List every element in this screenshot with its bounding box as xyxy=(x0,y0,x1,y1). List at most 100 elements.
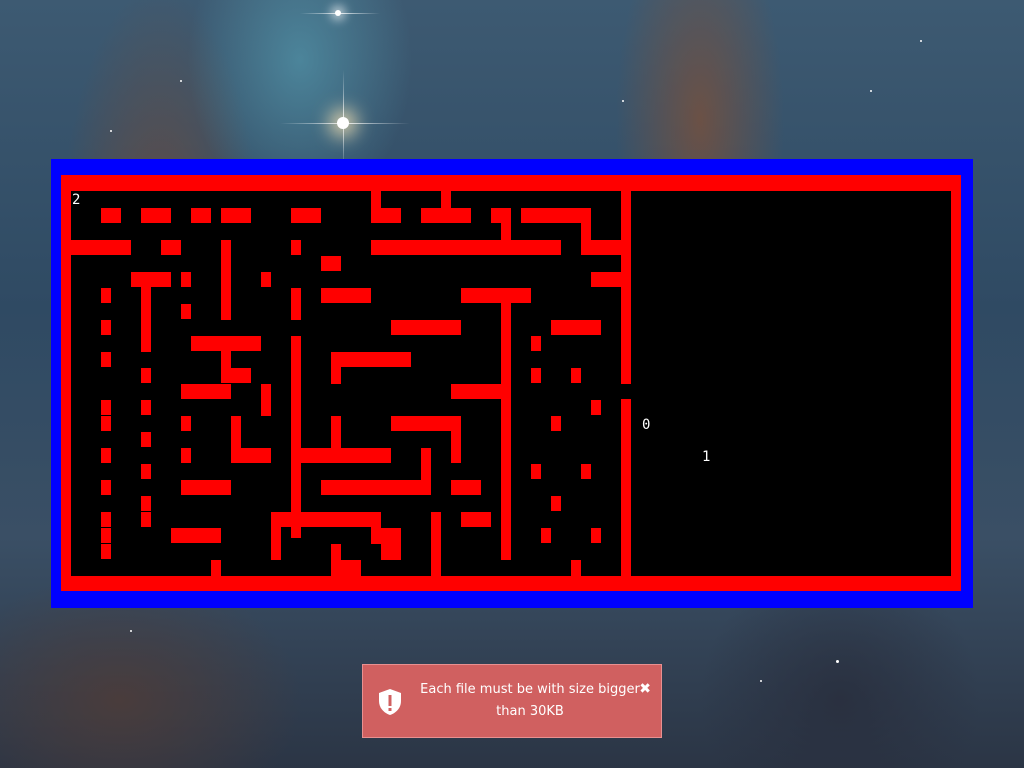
maze-wall xyxy=(591,272,621,287)
background-star xyxy=(760,680,762,682)
maze-wall xyxy=(331,416,341,448)
maze-wall xyxy=(101,400,111,415)
maze-wall xyxy=(501,528,511,560)
maze-wall xyxy=(291,336,301,416)
maze-wall xyxy=(271,512,281,560)
maze-wall xyxy=(371,512,381,544)
background-star xyxy=(870,90,872,92)
maze-wall xyxy=(381,528,401,560)
error-toast: Each file must be with size bigger than … xyxy=(362,664,662,738)
maze-wall xyxy=(221,336,231,383)
maze-wall xyxy=(331,352,341,384)
maze-wall xyxy=(321,256,341,271)
maze-wall xyxy=(181,272,191,287)
maze-wall xyxy=(551,416,561,431)
maze-wall xyxy=(101,480,111,495)
maze-wall xyxy=(141,208,171,223)
maze-wall xyxy=(391,320,461,335)
maze-wall xyxy=(331,544,341,576)
maze-wall xyxy=(531,336,541,351)
background-flare xyxy=(300,13,380,14)
maze-wall xyxy=(291,416,301,448)
maze-wall xyxy=(101,208,121,223)
maze-wall xyxy=(581,464,591,479)
maze-wall xyxy=(571,368,581,383)
maze-wall xyxy=(531,368,541,383)
maze-wall xyxy=(521,208,591,223)
maze-wall xyxy=(101,512,111,527)
maze-wall xyxy=(461,512,491,527)
maze-wall xyxy=(431,512,441,576)
maze-wall xyxy=(101,288,111,303)
maze-wall xyxy=(141,368,151,383)
marker-label-0: 0 xyxy=(642,417,650,433)
maze-wall xyxy=(501,208,511,255)
maze-wall xyxy=(101,448,111,463)
maze-wall xyxy=(101,416,111,431)
maze-wall xyxy=(331,352,411,367)
background-flare xyxy=(280,123,410,124)
maze-wall xyxy=(591,400,601,415)
maze-wall xyxy=(141,432,151,447)
maze-wall xyxy=(291,240,301,255)
maze-wall xyxy=(451,480,481,495)
maze-wall xyxy=(101,320,111,335)
maze-wall xyxy=(271,512,381,527)
maze-wall xyxy=(341,560,361,576)
maze-divider xyxy=(621,399,631,576)
maze-wall xyxy=(261,272,271,287)
background-star xyxy=(920,40,922,42)
maze-wall xyxy=(161,240,181,255)
maze-wall xyxy=(101,544,111,559)
maze-wall xyxy=(71,240,131,255)
maze-wall xyxy=(141,512,151,527)
maze-wall xyxy=(491,208,501,223)
close-icon[interactable]: ✖ xyxy=(639,681,651,697)
maze-wall xyxy=(461,288,531,303)
background-star xyxy=(130,630,132,632)
maze-wall xyxy=(191,208,211,223)
game-board[interactable]: 2 0 1 xyxy=(51,159,973,608)
background-flare xyxy=(343,70,344,170)
maze-wall xyxy=(321,288,371,303)
maze-wall xyxy=(391,416,461,431)
maze-wall xyxy=(371,240,521,255)
maze-wall xyxy=(141,272,151,352)
maze-wall xyxy=(291,208,321,223)
background-star xyxy=(110,130,112,132)
maze-wall xyxy=(321,480,431,495)
maze-wall xyxy=(101,352,111,367)
toast-message: Each file must be with size bigger than … xyxy=(420,682,640,719)
maze-wall xyxy=(581,208,591,240)
maze-divider xyxy=(621,191,631,384)
score-label: 2 xyxy=(72,192,80,208)
maze-wall xyxy=(571,560,581,576)
maze-wall xyxy=(231,416,241,448)
background-star xyxy=(836,660,839,663)
marker-label-1: 1 xyxy=(702,449,710,465)
maze-wall xyxy=(181,384,231,399)
maze-wall xyxy=(221,240,231,320)
maze-wall xyxy=(531,464,541,479)
maze-wall xyxy=(101,528,111,543)
maze-wall xyxy=(551,496,561,511)
maze-wall xyxy=(261,384,271,416)
background-star xyxy=(622,100,624,102)
maze-wall xyxy=(141,400,151,415)
maze-wall xyxy=(141,464,151,479)
maze-wall xyxy=(181,416,191,431)
maze-wall xyxy=(291,448,391,463)
maze-wall xyxy=(181,448,191,463)
maze-canvas[interactable]: 2 0 1 xyxy=(51,159,973,608)
background-star xyxy=(180,80,182,82)
maze-wall xyxy=(581,240,621,255)
maze-wall xyxy=(181,304,191,319)
maze-wall xyxy=(521,240,561,255)
maze-wall xyxy=(181,480,231,495)
maze-wall xyxy=(451,384,511,399)
maze-wall xyxy=(141,496,151,511)
maze-wall xyxy=(591,528,601,543)
maze-wall xyxy=(211,560,221,576)
shield-exclamation-icon xyxy=(379,689,401,715)
maze-wall xyxy=(451,416,461,463)
